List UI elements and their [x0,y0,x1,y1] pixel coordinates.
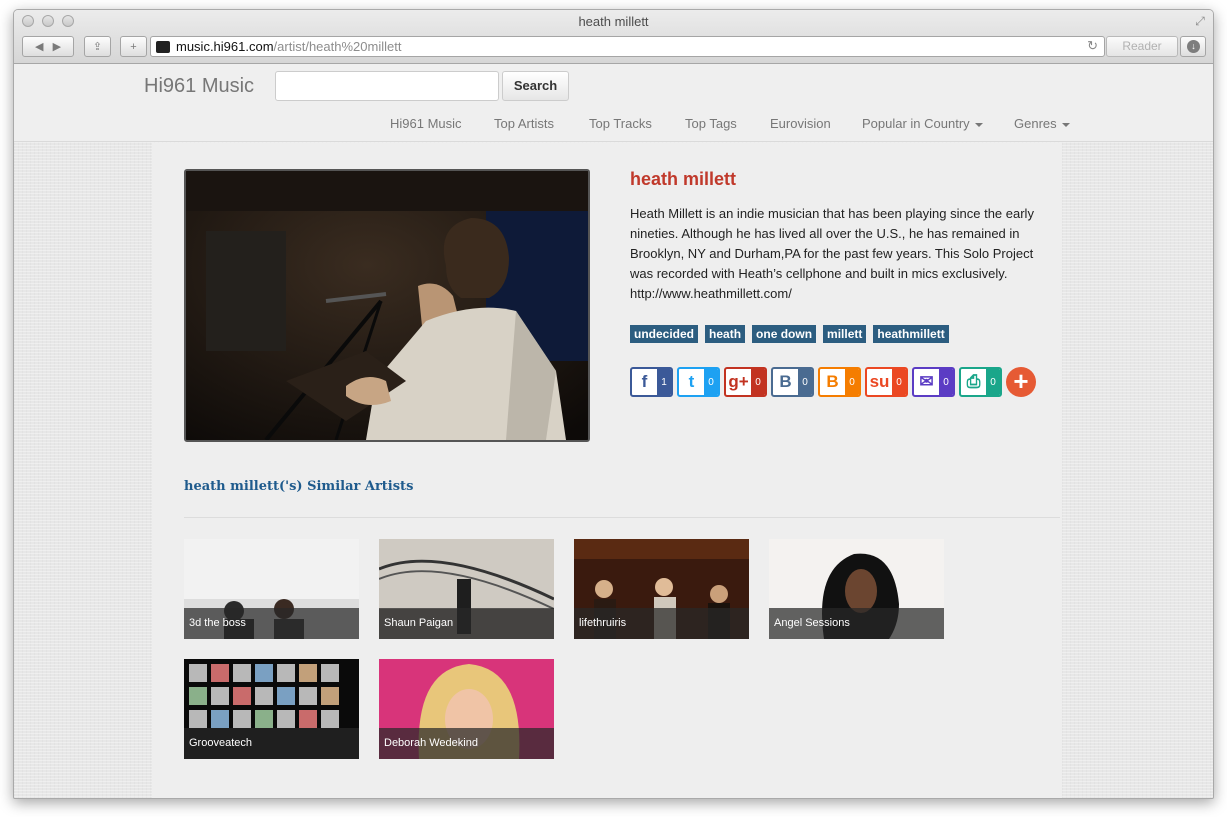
caret-down-icon [974,122,983,127]
similar-artist-name: Deborah Wedekind [379,728,554,759]
facebook-share-button[interactable]: f1 [630,367,673,397]
facebook-icon: f [641,372,648,391]
main-content: heath millett Heath Millett is an indie … [152,143,1062,798]
twitter-share-button[interactable]: t0 [677,367,720,397]
tag-millett[interactable]: millett [823,325,867,343]
similar-artist-card[interactable]: Shaun Paigan [379,539,554,639]
similar-artist-card[interactable]: lifethruiris [574,539,749,639]
similar-artist-name: 3d the boss [184,608,359,639]
nav-popular-in-country[interactable]: Popular in Country [862,116,983,131]
artist-bio: Heath Millett is an indie musician that … [630,206,1034,301]
share-count: 0 [939,369,953,395]
search-button[interactable]: Search [502,71,569,101]
share-count: 0 [798,369,812,395]
similar-artist-name: Angel Sessions [769,608,944,639]
share-button[interactable]: ⇪ [84,36,111,57]
forward-icon[interactable]: ▶ [53,40,61,53]
similar-artist-card[interactable]: 3d the boss [184,539,359,639]
similar-artist-card[interactable]: Angel Sessions [769,539,944,639]
stumbleupon-share-button[interactable]: su 0 [865,367,908,397]
url-text[interactable]: music.hi961.com/artist/heath%20millett [176,39,401,54]
similar-artist-card[interactable]: Grooveatech [184,659,359,759]
vk-icon: B [779,372,792,391]
add-bookmark-button[interactable]: + [120,36,147,57]
stumbleupon-icon: su [869,372,890,391]
nav-top-tracks[interactable]: Top Tracks [589,116,652,131]
tag-undecided[interactable]: undecided [630,325,699,343]
tag-heath[interactable]: heath [705,325,746,343]
google-plus-icon: g+ [728,372,749,391]
tag-list: undecided heath one down millett heathmi… [630,325,949,343]
blogger-icon: B [826,372,839,391]
divider [184,517,1060,518]
site-favicon-icon [156,40,170,53]
share-count: 0 [704,369,718,395]
similar-artist-card[interactable]: Deborah Wedekind [379,659,554,759]
blogger-share-button[interactable]: B0 [818,367,861,397]
email-icon: ✉ [919,372,934,391]
email-share-button[interactable]: ✉ 0 [912,367,955,397]
nav-top-artists[interactable]: Top Artists [494,116,554,131]
vk-share-button[interactable]: B0 [771,367,814,397]
plus-icon: + [130,40,137,53]
reader-button[interactable]: Reader [1106,36,1178,57]
tag-heathmillett[interactable]: heathmillett [873,325,949,343]
print-icon: ⎙ [966,372,981,391]
reload-icon[interactable]: ↻ [1087,38,1098,54]
similar-artist-name: Shaun Paigan [379,608,554,639]
artist-photo [184,169,590,442]
window-title: heath millett [578,14,649,29]
google-plus-share-button[interactable]: g+ 0 [724,367,767,397]
caret-down-icon [1061,122,1070,127]
artist-name: heath millett [630,169,737,189]
site-header: Hi961 Music Search Hi961 Music Top Artis… [14,64,1213,142]
main-nav: Hi961 Music Top Artists Top Tracks Top T… [14,116,1213,136]
fullscreen-icon[interactable]: ⤢ [1193,14,1207,28]
more-share-button[interactable]: + [1006,367,1036,397]
nav-top-tags[interactable]: Top Tags [685,116,737,131]
back-forward-buttons[interactable]: ◀ ▶ [22,36,74,57]
address-bar[interactable]: music.hi961.com/artist/heath%20millett ↻ [150,36,1105,57]
search-input[interactable] [275,71,499,101]
share-count: 0 [892,369,906,395]
back-icon[interactable]: ◀ [35,40,43,53]
share-count: 0 [845,369,859,395]
tag-one-down[interactable]: one down [752,325,817,343]
similar-artist-name: lifethruiris [574,608,749,639]
title-bar: heath millett ⤢ ◀ ▶ ⇪ + music.hi961.com/… [14,10,1213,64]
downloads-button[interactable]: ↓ [1180,36,1206,57]
site-brand[interactable]: Hi961 Music [144,75,254,98]
share-count: 1 [657,369,671,395]
page-viewport: Hi961 Music Search Hi961 Music Top Artis… [14,64,1213,798]
similar-artists-heading: heath millett('s) Similar Artists [184,479,414,494]
download-icon: ↓ [1187,40,1200,53]
share-count: 0 [986,369,1000,395]
twitter-icon: t [688,372,695,391]
nav-genres[interactable]: Genres [1014,116,1070,131]
share-buttons: f 1 t 0 g+ 0 B 0 B 0 su 0 ✉ 0 ⎙ 0 + [630,367,1036,397]
similar-artist-name: Grooveatech [184,728,359,759]
browser-window: heath millett ⤢ ◀ ▶ ⇪ + music.hi961.com/… [13,9,1214,799]
nav-hi961-music[interactable]: Hi961 Music [390,116,462,131]
share-count: 0 [751,369,765,395]
nav-eurovision[interactable]: Eurovision [770,116,831,131]
print-share-button[interactable]: ⎙ 0 [959,367,1002,397]
share-icon: ⇪ [92,41,103,53]
